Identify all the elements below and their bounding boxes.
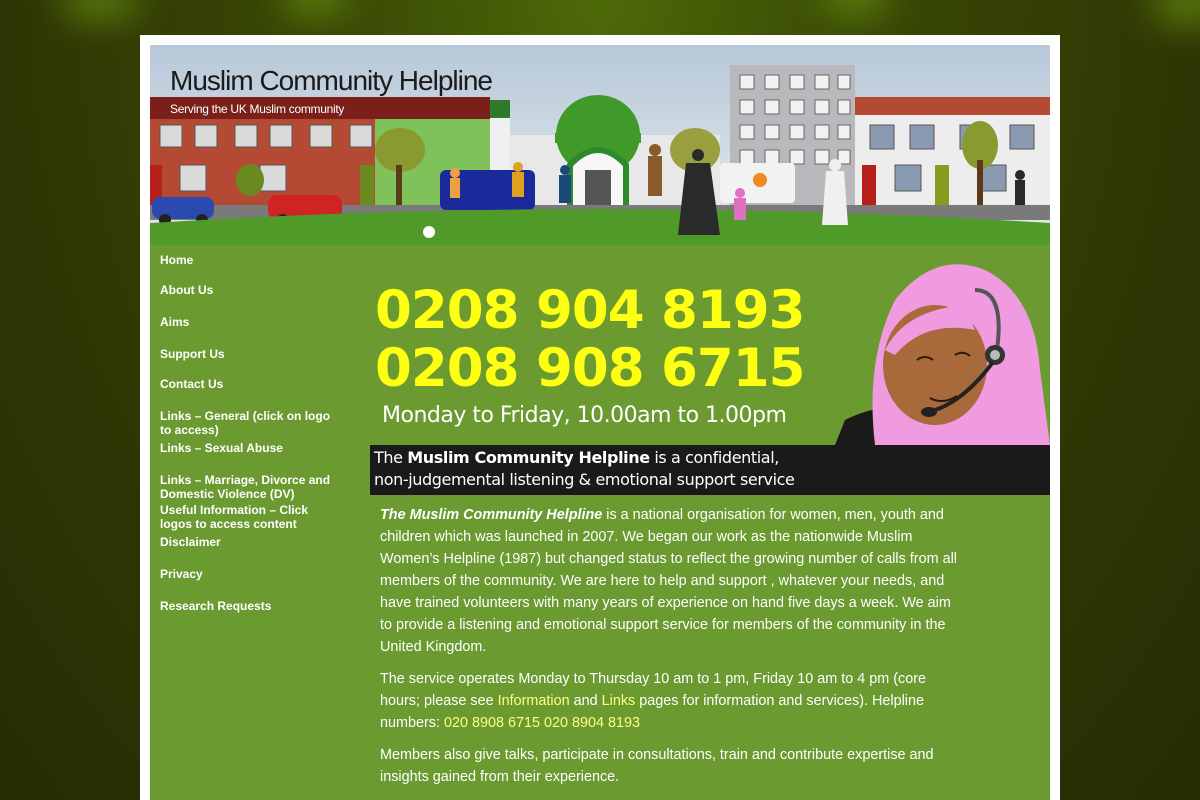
service-hours-paragraph: The service operates Monday to Thursday …	[380, 668, 960, 734]
nav-useful-information[interactable]: Useful Information – Click logos to acce…	[160, 503, 340, 531]
background-glow	[820, 0, 890, 15]
banner-line-1-rest: is a confidential,	[649, 448, 779, 467]
page-container: Muslim Community Helpline Serving the UK…	[140, 35, 1060, 800]
service-description-banner: The Muslim Community Helpline is a confi…	[370, 445, 1050, 495]
nav-aims[interactable]: Aims	[160, 315, 340, 329]
nav-links-sexual-abuse[interactable]: Links – Sexual Abuse	[160, 441, 340, 455]
nav-links-marriage[interactable]: Links – Marriage, Divorce and Domestic V…	[160, 473, 340, 501]
header-banner: Muslim Community Helpline Serving the UK…	[150, 45, 1050, 245]
background-glow	[1150, 0, 1200, 25]
nav-disclaimer[interactable]: Disclaimer	[160, 535, 340, 549]
intro-paragraph: The Muslim Community Helpline is a natio…	[380, 504, 960, 658]
nav-support-us[interactable]: Support Us	[160, 347, 340, 361]
nav-research-requests[interactable]: Research Requests	[160, 599, 340, 613]
information-link[interactable]: Information	[498, 693, 570, 709]
nav-contact-us[interactable]: Contact Us	[160, 377, 340, 391]
nav-links-general[interactable]: Links – General (click on logo to access…	[160, 409, 340, 437]
nav-home[interactable]: Home	[160, 253, 340, 267]
links-link[interactable]: Links	[602, 693, 636, 709]
helpline-numbers-link[interactable]: 020 8908 6715 020 8904 8193	[444, 715, 640, 731]
content-area: Muslim Community Helpline Serving the UK…	[150, 45, 1050, 800]
helpline-phone-1[interactable]: 0208 904 8193	[375, 282, 806, 340]
helpline-numbers: 0208 904 8193 0208 908 6715	[375, 282, 806, 398]
banner-org-name: Muslim Community Helpline	[407, 448, 650, 467]
intro-text: is a national organisation for women, me…	[380, 507, 957, 655]
banner-line-2: non-judgemental listening & emotional su…	[374, 470, 795, 489]
site-tagline: Serving the UK Muslim community	[170, 102, 345, 116]
banner-line-1: The Muslim Community Helpline is a confi…	[374, 448, 779, 467]
and-text: and	[569, 693, 602, 709]
helpline-phone-2[interactable]: 0208 908 6715	[375, 340, 806, 398]
background-glow	[280, 0, 350, 15]
nav-privacy[interactable]: Privacy	[160, 567, 340, 581]
site-title[interactable]: Muslim Community Helpline	[170, 65, 493, 97]
helpline-operator-illustration	[835, 264, 1050, 445]
background-glow	[60, 0, 140, 20]
members-paragraph: Members also give talks, participate in …	[380, 747, 934, 785]
helpline-hours: Monday to Friday, 10.00am to 1.00pm	[382, 403, 787, 428]
nav-about-us[interactable]: About Us	[160, 283, 340, 297]
intro-org-name: The Muslim Community Helpline	[380, 507, 603, 523]
banner-prefix: The	[374, 448, 408, 467]
